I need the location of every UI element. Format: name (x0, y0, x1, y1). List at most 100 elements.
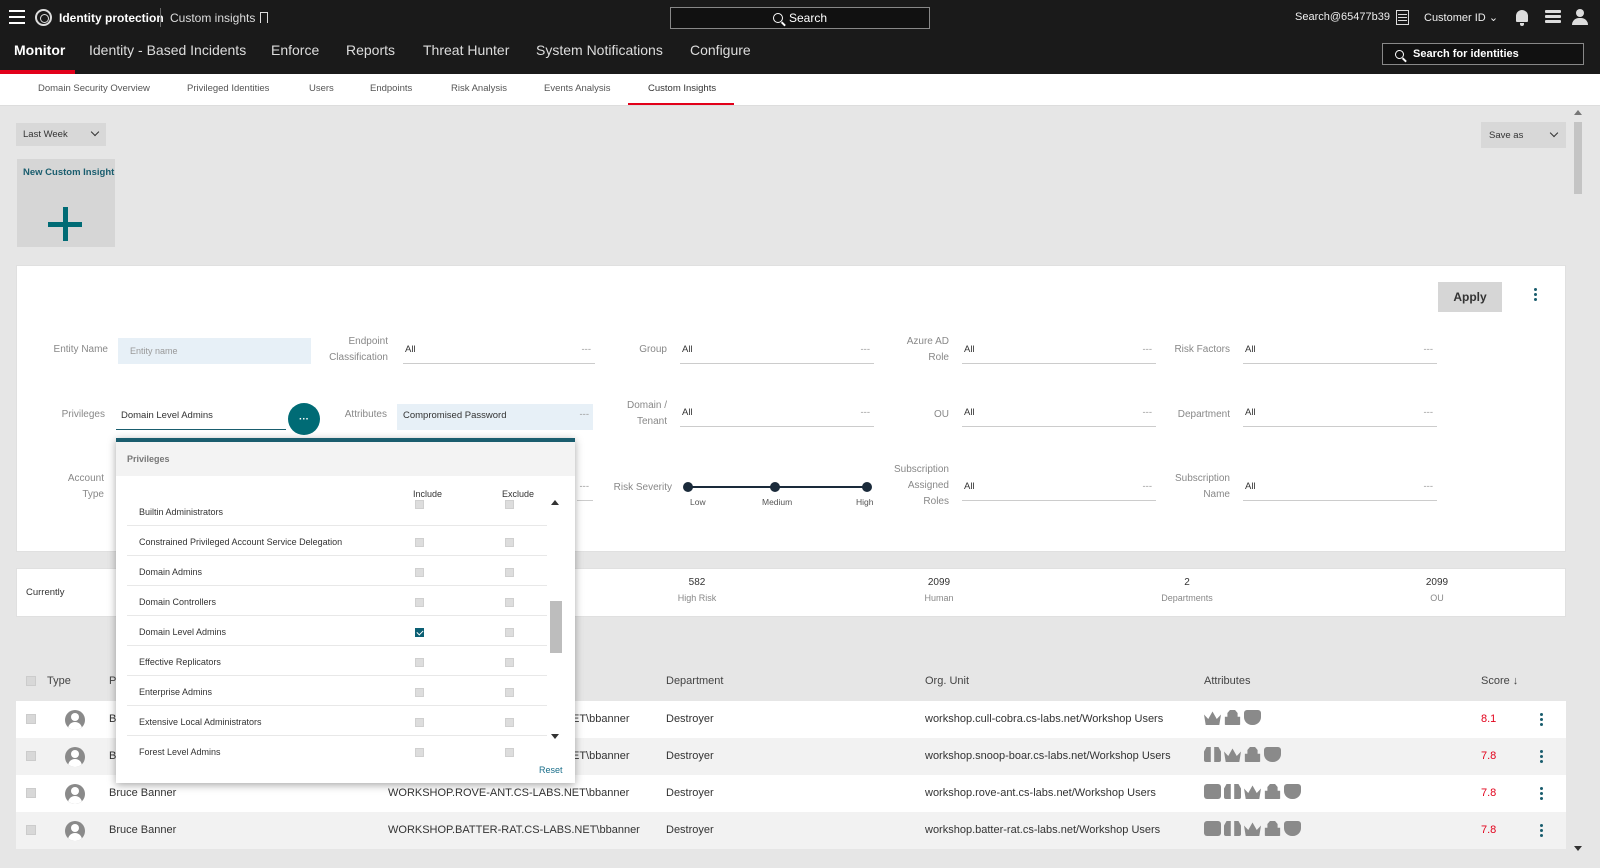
azure-ad-role-select[interactable]: All --- (962, 344, 1156, 364)
table-row[interactable]: Bruce Banner WORKSHOP.BATTER-RAT.CS-LABS… (16, 812, 1566, 849)
scroll-down-icon[interactable] (551, 734, 559, 739)
bell-icon[interactable] (1516, 10, 1528, 26)
user-icon[interactable] (1572, 9, 1588, 26)
include-checkbox[interactable] (415, 538, 424, 547)
row-menu-icon[interactable] (1540, 824, 1543, 837)
privilege-option[interactable]: Forest Level Admins (127, 736, 547, 766)
scroll-up-icon[interactable] (551, 500, 559, 505)
privileges-more-button[interactable]: ··· (288, 403, 320, 435)
attributes-select[interactable]: Compromised Password --- (397, 404, 593, 430)
customer-dropdown[interactable]: Customer ID ⌄ (1424, 11, 1498, 24)
row-menu-icon[interactable] (1540, 787, 1543, 800)
nav-configure[interactable]: Configure (690, 42, 751, 58)
scroll-up-icon[interactable] (1574, 110, 1582, 115)
messages-icon[interactable] (1545, 10, 1561, 25)
popup-scrollbar[interactable] (547, 496, 563, 741)
slider-handle-medium[interactable] (770, 482, 780, 492)
nav-monitor[interactable]: Monitor (14, 42, 65, 58)
col-type[interactable]: Type (47, 675, 71, 687)
exclude-checkbox[interactable] (505, 598, 514, 607)
exclude-checkbox[interactable] (505, 500, 514, 509)
tab-events-analysis[interactable]: Events Analysis (544, 83, 611, 94)
include-checkbox[interactable] (415, 568, 424, 577)
include-checkbox[interactable] (415, 718, 424, 727)
table-icon[interactable] (1396, 10, 1409, 25)
include-checkbox[interactable] (415, 748, 424, 757)
risk-factors-select[interactable]: All --- (1243, 344, 1437, 364)
exclude-checkbox[interactable] (505, 628, 514, 637)
row-checkbox[interactable] (26, 751, 36, 761)
col-attributes[interactable]: Attributes (1204, 675, 1250, 687)
tab-users[interactable]: Users (309, 83, 334, 94)
exclude-checkbox[interactable] (505, 658, 514, 667)
privilege-option[interactable]: Builtin Administrators (127, 496, 547, 526)
exclude-checkbox[interactable] (505, 748, 514, 757)
entity-name-input[interactable]: Entity name (118, 338, 311, 364)
group-select[interactable]: All --- (680, 344, 874, 364)
exclude-checkbox[interactable] (505, 718, 514, 727)
privilege-option[interactable]: Domain Level Admins (127, 616, 547, 646)
identity-search-input[interactable]: Search for identities (1382, 43, 1584, 65)
entity-name[interactable]: Bruce Banner (109, 787, 176, 799)
stat-high-risk[interactable]: 582 High Risk (637, 577, 757, 603)
include-checkbox[interactable] (415, 658, 424, 667)
privilege-option[interactable]: Constrained Privileged Account Service D… (127, 526, 547, 556)
more-options-icon[interactable] (1534, 288, 1537, 303)
save-as-dropdown[interactable]: Save as (1481, 122, 1566, 148)
privileges-select[interactable]: Domain Level Admins (116, 404, 286, 430)
exclude-checkbox[interactable] (505, 568, 514, 577)
include-checkbox[interactable] (415, 598, 424, 607)
subscription-assigned-roles-select[interactable]: All --- (962, 481, 1156, 501)
bookmark-icon[interactable] (260, 12, 268, 23)
col-department[interactable]: Department (666, 675, 723, 687)
tab-risk-analysis[interactable]: Risk Analysis (451, 83, 507, 94)
include-checkbox[interactable] (415, 688, 424, 697)
col-score[interactable]: Score ↓ (1481, 675, 1518, 687)
nav-reports[interactable]: Reports (346, 42, 395, 58)
tab-privileged-identities[interactable]: Privileged Identities (187, 83, 269, 94)
exclude-checkbox[interactable] (505, 688, 514, 697)
exclude-checkbox[interactable] (505, 538, 514, 547)
select-all-checkbox[interactable] (26, 676, 36, 686)
nav-enforce[interactable]: Enforce (271, 42, 319, 58)
privilege-option[interactable]: Effective Replicators (127, 646, 547, 676)
privilege-option[interactable]: Extensive Local Administrators (127, 706, 547, 736)
nav-system-notifications[interactable]: System Notifications (536, 42, 663, 58)
privilege-option[interactable]: Domain Controllers (127, 586, 547, 616)
row-checkbox[interactable] (26, 714, 36, 724)
stat-ou[interactable]: 2099 OU (1377, 577, 1497, 603)
breadcrumb[interactable]: Custom insights (170, 11, 255, 25)
new-custom-insight-card[interactable]: New Custom Insight (17, 159, 115, 247)
row-menu-icon[interactable] (1540, 713, 1543, 726)
menu-icon[interactable] (9, 10, 25, 24)
privilege-option[interactable]: Domain Admins (127, 556, 547, 586)
page-scrollbar[interactable] (1572, 106, 1584, 851)
ou-select[interactable]: All --- (962, 407, 1156, 427)
slider-handle-low[interactable] (683, 482, 693, 492)
row-menu-icon[interactable] (1540, 750, 1543, 763)
privilege-option[interactable]: Enterprise Admins (127, 676, 547, 706)
endpoint-classification-select[interactable]: All --- (403, 344, 595, 364)
scroll-down-icon[interactable] (1574, 846, 1582, 851)
apply-button[interactable]: Apply (1438, 282, 1502, 312)
global-search-button[interactable]: Search (670, 7, 930, 29)
account-type-select-end[interactable]: --- (577, 481, 593, 501)
account-name[interactable]: Search@65477b39 (1295, 11, 1390, 23)
include-checkbox[interactable] (415, 500, 424, 509)
tab-custom-insights[interactable]: Custom Insights (648, 83, 716, 94)
reset-link[interactable]: Reset (539, 765, 563, 775)
col-org-unit[interactable]: Org. Unit (925, 675, 969, 687)
row-checkbox[interactable] (26, 788, 36, 798)
slider-handle-high[interactable] (862, 482, 872, 492)
department-select[interactable]: All --- (1243, 407, 1437, 427)
domain-tenant-select[interactable]: All --- (680, 407, 874, 427)
subscription-name-select[interactable]: All --- (1243, 481, 1437, 501)
stat-departments[interactable]: 2 Departments (1127, 577, 1247, 603)
tab-endpoints[interactable]: Endpoints (370, 83, 412, 94)
period-dropdown[interactable]: Last Week (16, 123, 106, 146)
tab-domain-security-overview[interactable]: Domain Security Overview (38, 83, 150, 94)
row-checkbox[interactable] (26, 825, 36, 835)
scroll-thumb[interactable] (1574, 122, 1582, 194)
nav-threat-hunter[interactable]: Threat Hunter (423, 42, 509, 58)
scroll-thumb[interactable] (550, 601, 562, 653)
